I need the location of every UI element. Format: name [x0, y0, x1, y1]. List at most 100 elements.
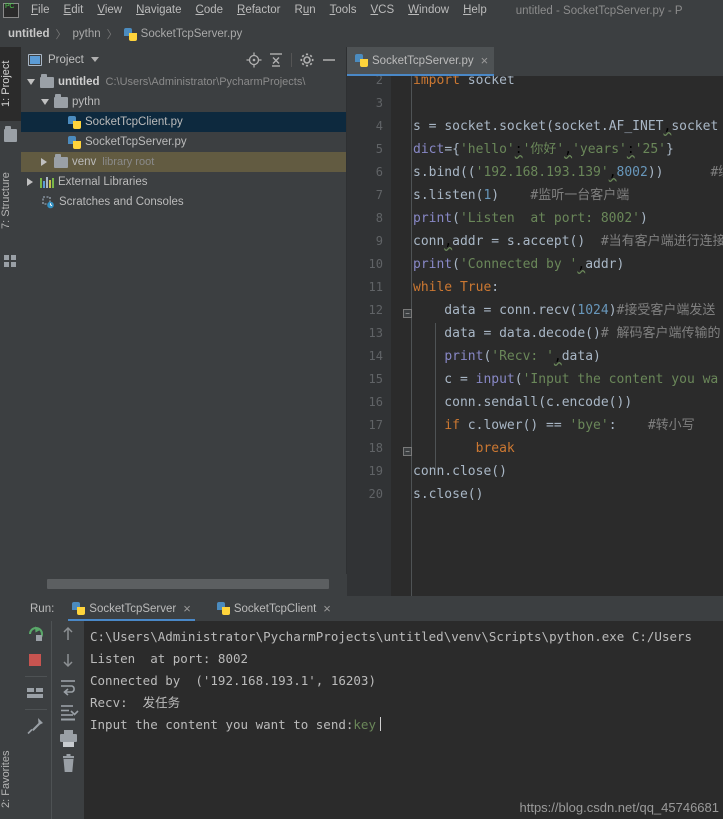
- code-line[interactable]: 16 conn.sendall(c.encode()): [347, 391, 723, 414]
- trash-icon[interactable]: [52, 751, 82, 777]
- code-token: #转小写: [647, 418, 695, 433]
- code-token: conn.sendall(c.encode()): [413, 395, 633, 410]
- library-icon: [40, 176, 54, 188]
- stop-icon[interactable]: [21, 647, 51, 673]
- menu-item-run[interactable]: Run: [288, 2, 323, 19]
- menu-item-tools[interactable]: Tools: [323, 2, 364, 19]
- chevron-right-icon[interactable]: [27, 178, 33, 186]
- tree-label: Scratches and Consoles: [59, 196, 184, 208]
- code-line[interactable]: 14 print('Recv: ',data): [347, 345, 723, 368]
- code-token: ,: [564, 142, 573, 157]
- code-token: :: [491, 280, 500, 295]
- line-number: 6: [375, 165, 383, 179]
- run-console[interactable]: C:\Users\Administrator\PycharmProjects\u…: [84, 621, 723, 819]
- code-text: dict={'hello':'你好','years':'25'}: [413, 138, 674, 161]
- soft-wrap-icon[interactable]: [52, 673, 82, 699]
- menu-item-navigate[interactable]: Navigate: [129, 2, 188, 19]
- scroll-to-end-icon[interactable]: [52, 699, 82, 725]
- code-token: ): [491, 188, 500, 203]
- console-user-input[interactable]: key: [353, 717, 376, 732]
- breadcrumb-separator-1: 〉: [55, 29, 67, 41]
- line-number: 19: [368, 464, 383, 478]
- chevron-right-icon[interactable]: [41, 158, 47, 166]
- tree-row-pythn[interactable]: pythn: [21, 92, 346, 112]
- tree-label: venv: [72, 156, 97, 168]
- folder-icon[interactable]: [4, 126, 17, 142]
- rerun-icon[interactable]: [21, 621, 51, 647]
- gear-icon[interactable]: [296, 49, 318, 71]
- chevron-down-icon[interactable]: [90, 57, 99, 62]
- structure-icon[interactable]: [4, 255, 17, 268]
- layout-icon[interactable]: [21, 680, 51, 706]
- tree-row-scratches-and-consoles[interactable]: Scratches and Consoles: [21, 192, 346, 212]
- locate-icon[interactable]: [243, 49, 265, 71]
- code-text: conn.close(): [413, 460, 507, 483]
- sidebar-tab-favorites[interactable]: 2: Favorites: [0, 740, 21, 818]
- breadcrumb-folder[interactable]: pythn: [73, 28, 101, 40]
- breadcrumb-file[interactable]: SocketTcpServer.py: [141, 28, 243, 40]
- close-icon[interactable]: ×: [481, 54, 489, 67]
- code-line[interactable]: 19 conn.close(): [347, 460, 723, 483]
- console-input-line[interactable]: Input the content you want to send:key: [90, 714, 723, 736]
- code-text: print('Connected by ',addr): [413, 253, 624, 276]
- down-arrow-icon[interactable]: [52, 647, 82, 673]
- code-line[interactable]: 8 print('Listen at port: 8002'): [347, 207, 723, 230]
- tree-row-venv[interactable]: venv library root: [21, 152, 346, 172]
- breadcrumb-separator-2: 〉: [106, 29, 118, 41]
- breadcrumb: untitled 〉 pythn 〉 SocketTcpServer.py: [0, 21, 723, 47]
- code-token: (: [452, 257, 460, 272]
- menu-item-help[interactable]: Help: [456, 2, 494, 19]
- code-line[interactable]: 9 conn,addr = s.accept() #当有客户端进行连接: [347, 230, 723, 253]
- run-tab-sockettcpserver[interactable]: SocketTcpServer ×: [68, 596, 195, 621]
- chevron-down-icon[interactable]: [27, 79, 35, 85]
- menu-bar: File Edit View Navigate Code Refactor Ru…: [0, 0, 723, 21]
- tree-row-sockettcpclient[interactable]: SocketTcpClient.py: [21, 112, 346, 132]
- code-line[interactable]: 13 data = data.decode()# 解码客户端传输的: [347, 322, 723, 345]
- pin-icon[interactable]: [21, 713, 51, 739]
- code-line[interactable]: 6 s.bind(('192.168.193.139',8002)) #绑: [347, 161, 723, 184]
- python-file-icon: [123, 27, 137, 41]
- up-arrow-icon[interactable]: [52, 621, 82, 647]
- sidebar-tab-structure[interactable]: 7: Structure: [0, 155, 21, 247]
- code-line[interactable]: 17 if c.lower() == 'bye': #转小写: [347, 414, 723, 437]
- code-line[interactable]: 7 s.listen(1) #监听一台客户端: [347, 184, 723, 207]
- tree-row-untitled[interactable]: untitled C:\Users\Administrator\PycharmP…: [21, 72, 346, 92]
- fold-marker-while[interactable]: −: [403, 309, 412, 318]
- editor-tab-sockettcpserver[interactable]: SocketTcpServer.py ×: [347, 47, 495, 76]
- sidebar-tab-project[interactable]: 1: Project: [0, 47, 21, 121]
- menu-item-vcs[interactable]: VCS: [363, 2, 401, 19]
- code-line[interactable]: 4s = socket.socket(socket.AF_INET,socket: [347, 115, 723, 138]
- run-tab-sockettcpclient[interactable]: SocketTcpClient ×: [213, 596, 335, 621]
- menu-item-refactor[interactable]: Refactor: [230, 2, 287, 19]
- close-icon[interactable]: ×: [183, 602, 191, 615]
- code-line[interactable]: 10 print('Connected by ',addr): [347, 253, 723, 276]
- minimize-icon[interactable]: [318, 49, 340, 71]
- pycharm-logo-icon: [3, 3, 19, 18]
- menu-item-view[interactable]: View: [90, 2, 129, 19]
- code-line[interactable]: 15 c = input('Input the content you wa: [347, 368, 723, 391]
- code-token: 'Connected by ': [459, 257, 578, 272]
- code-line[interactable]: 3: [347, 92, 723, 115]
- code-line[interactable]: 5 dict={'hello':'你好','years':'25'}: [347, 138, 723, 161]
- code-line[interactable]: 20 s.close(): [347, 483, 723, 506]
- breadcrumb-project[interactable]: untitled: [8, 28, 50, 40]
- close-icon[interactable]: ×: [323, 602, 331, 615]
- project-tree[interactable]: untitled C:\Users\Administrator\PycharmP…: [21, 72, 346, 574]
- tree-row-external-libraries[interactable]: External Libraries: [21, 172, 346, 192]
- collapse-all-icon[interactable]: [265, 49, 287, 71]
- menu-item-window[interactable]: Window: [401, 2, 456, 19]
- code-text: conn.sendall(c.encode()): [413, 391, 632, 414]
- scrollbar-thumb[interactable]: [47, 579, 329, 589]
- code-line[interactable]: 11 while True:: [347, 276, 723, 299]
- fold-marker-break[interactable]: −: [403, 447, 412, 456]
- run-tab-bar: Run: SocketTcpServer × SocketTcpClient ×: [21, 596, 723, 621]
- menu-item-edit[interactable]: Edit: [57, 2, 91, 19]
- code-viewport[interactable]: 2 import socket 3 4 s = socket.socket(socket…: [347, 47, 723, 596]
- code-token: :: [514, 142, 523, 157]
- project-panel-hscrollbar[interactable]: [21, 574, 347, 596]
- tree-row-sockettcpserver[interactable]: SocketTcpServer.py: [21, 132, 346, 152]
- menu-item-file[interactable]: File: [24, 2, 57, 19]
- chevron-down-icon[interactable]: [41, 99, 49, 105]
- menu-item-code[interactable]: Code: [189, 2, 231, 19]
- print-icon[interactable]: [52, 725, 82, 751]
